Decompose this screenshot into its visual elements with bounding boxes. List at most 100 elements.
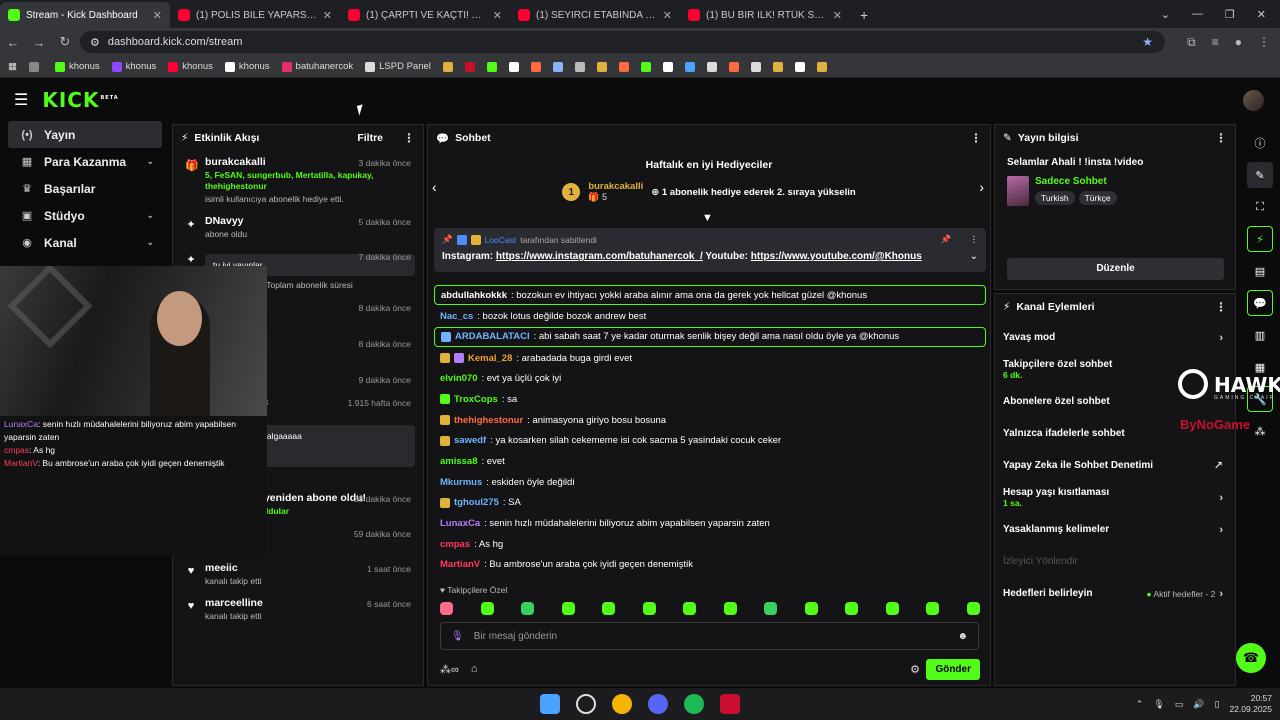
chat-username[interactable]: cmpas [440, 539, 470, 550]
chat-username[interactable]: Mkurmus [440, 477, 482, 488]
bookmark-item[interactable] [28, 61, 43, 72]
bookmark-favicon-icon[interactable] [596, 61, 607, 72]
instagram-link[interactable]: https://www.instagram.com/batuhanercok_/ [496, 251, 703, 262]
browser-tab[interactable]: (1) ÇARPTI VE KAÇTI! Türkiye'de ✕ [340, 2, 510, 28]
chevron-right-icon[interactable]: › [979, 179, 984, 195]
chat-username[interactable]: LunaxCa [440, 518, 480, 529]
kicks-icon[interactable]: ⁂∞ [440, 663, 459, 676]
emote-icon[interactable] [440, 602, 453, 615]
bookmark-star-icon[interactable]: ★ [1142, 35, 1153, 49]
chat-message[interactable]: abdullahkokkk: bozokun ev ihtiyacı yokki… [434, 285, 986, 305]
start-icon[interactable] [540, 694, 560, 714]
channel-action-item[interactable]: Yasaklanmış kelimeler › [995, 515, 1235, 544]
volume-icon[interactable]: 🔊 [1193, 699, 1204, 710]
chat-settings-icon[interactable]: ⚙ [910, 663, 920, 676]
maximize-icon[interactable]: ❐ [1225, 8, 1235, 21]
bookmark-item[interactable]: khonus [54, 61, 100, 72]
chat-input[interactable]: 🎙 Bir mesaj gönderin ☻ [440, 622, 979, 650]
info-more-icon[interactable]: ⋮ [1215, 131, 1227, 145]
chat-message[interactable]: elvin070: evt ya üçlü çok iyi [434, 368, 986, 389]
chat-message[interactable]: MartianV: Bu ambrose'un araba çok iyidi … [434, 555, 986, 576]
extensions-icon[interactable]: ⧉ [1187, 35, 1196, 50]
sidebar-item[interactable]: ◉ Kanal ⌄ [8, 229, 162, 256]
clock[interactable]: 20:57 22.09.2025 [1229, 693, 1272, 715]
tab-search-icon[interactable]: ⌄ [1161, 8, 1170, 21]
bookmark-favicon-icon[interactable] [816, 61, 827, 72]
chat-username[interactable]: tghoul275 [454, 497, 499, 508]
tab-close-icon[interactable]: ✕ [153, 9, 162, 22]
chat-message[interactable]: Kemal_28: arabadada buga girdi evet [434, 348, 986, 369]
tab-close-icon[interactable]: ✕ [833, 9, 842, 22]
chevron-down-icon[interactable]: ⌄ [146, 237, 154, 248]
emote-icon[interactable] [480, 602, 494, 615]
bookmark-favicon-icon[interactable] [706, 61, 717, 72]
chat-message[interactable]: Nac_cs: bozok lotus değilde bozok andrew… [434, 306, 986, 327]
chevron-right-icon[interactable]: › [1219, 524, 1223, 536]
emote-icon[interactable] [642, 602, 656, 615]
chat-message[interactable]: LunaxCa: senin hızlı müdahalelerini bili… [434, 513, 986, 534]
kick-logo[interactable]: KICKBETA [42, 88, 118, 112]
browser-tab[interactable]: (1) SEYİRCİ ETABINDA KAZA | 5 ✕ [510, 2, 680, 28]
sidebar-item[interactable]: ▣ Stüdyo ⌄ [8, 202, 162, 229]
chevron-left-icon[interactable]: ‹ [432, 179, 437, 195]
media-icon[interactable]: ≡ [1212, 35, 1219, 49]
battery-icon[interactable]: ▯ [1215, 699, 1220, 710]
apps-icon[interactable]: ▦ [8, 61, 17, 72]
activity-event[interactable]: ♥ meeiic kanalı takip etti 1 saat önce [173, 557, 423, 592]
bookmark-item[interactable]: khonus [168, 61, 213, 72]
discord-icon[interactable] [648, 694, 668, 714]
chat-message[interactable]: thehighestonur: animasyona giriyo bosu b… [434, 410, 986, 431]
chat-message[interactable]: TroxCops: sa [434, 389, 986, 410]
tab-close-icon[interactable]: ✕ [663, 9, 672, 22]
tag-chip[interactable]: Turkish [1035, 191, 1075, 205]
expand-pinned-icon[interactable]: ⌄ [970, 251, 978, 262]
tag-chip[interactable]: Türkçe [1078, 191, 1117, 205]
hamburger-icon[interactable]: ☰ [14, 90, 28, 110]
app-icon[interactable] [720, 694, 740, 714]
activity-more-icon[interactable]: ⋮ [403, 131, 415, 145]
chevron-right-icon[interactable]: › [1219, 332, 1223, 344]
emote-icon[interactable] [966, 602, 980, 615]
bolt-tool-icon[interactable]: ⚡ [1247, 226, 1273, 252]
bookmark-favicon-icon[interactable] [728, 61, 739, 72]
bookmark-favicon-icon[interactable] [772, 61, 783, 72]
edit-button[interactable]: Düzenle [1007, 258, 1224, 280]
bookmark-item[interactable]: khonus [224, 61, 270, 72]
browser-tab[interactable]: (1) BU BİR İLK! RTÜK SENARYO ✕ [680, 2, 850, 28]
mic-icon[interactable]: 🎙 [451, 631, 464, 642]
chat-username[interactable]: TroxCops [454, 394, 498, 405]
bookmark-item[interactable]: LSPD Panel [365, 61, 431, 72]
tray-up-icon[interactable]: ⌃ [1136, 699, 1144, 710]
send-button[interactable]: Gönder [926, 658, 980, 680]
emote-icon[interactable] [521, 602, 535, 615]
user-avatar[interactable] [1243, 90, 1264, 111]
emote-icon[interactable] [683, 602, 697, 615]
chat-message[interactable]: Mkurmus: eskiden öyle değildi [434, 472, 986, 493]
browser-tab[interactable]: (1) POLİS BİLE YAPARSA..! Türkiy ✕ [170, 2, 340, 28]
pinned-by-user[interactable]: LooCast [485, 235, 517, 245]
bookmark-favicon-icon[interactable] [684, 61, 695, 72]
search-icon[interactable] [576, 694, 596, 714]
sidebar-item[interactable]: ♛ Başarılar [8, 175, 162, 202]
bookmark-favicon-icon[interactable] [662, 61, 673, 72]
back-icon[interactable]: ← [0, 35, 26, 50]
store-icon[interactable]: ⌂ [471, 663, 478, 675]
emote-icon[interactable] [764, 602, 778, 615]
emote-icon[interactable] [845, 602, 859, 615]
emote-icon[interactable] [885, 602, 899, 615]
chat-username[interactable]: abdullahkokkk [441, 290, 507, 301]
filter-button[interactable]: Filtre [357, 132, 383, 144]
new-tab-icon[interactable]: + [850, 2, 878, 28]
emote-icon[interactable] [804, 602, 818, 615]
channel-action-item[interactable]: Hedefleri belirleyin ● Aktif hedefler - 2… [995, 579, 1235, 608]
emote-icon[interactable] [926, 602, 940, 615]
forward-icon[interactable]: → [26, 35, 52, 50]
chat-message[interactable]: ARDABALATACI: abi sabah saat 7 ye kadar … [434, 326, 986, 347]
chat-message[interactable]: amissa8: evet [434, 451, 986, 472]
chevron-right-icon[interactable]: ↗ [1214, 459, 1223, 472]
bookmark-item[interactable]: khonus [111, 61, 156, 72]
emoji-icon[interactable]: ☻ [957, 631, 968, 642]
category-name[interactable]: Sadece Sohbet [1035, 176, 1121, 187]
info-icon[interactable]: ⓘ [1247, 130, 1273, 156]
profile-icon[interactable]: ● [1235, 35, 1242, 49]
